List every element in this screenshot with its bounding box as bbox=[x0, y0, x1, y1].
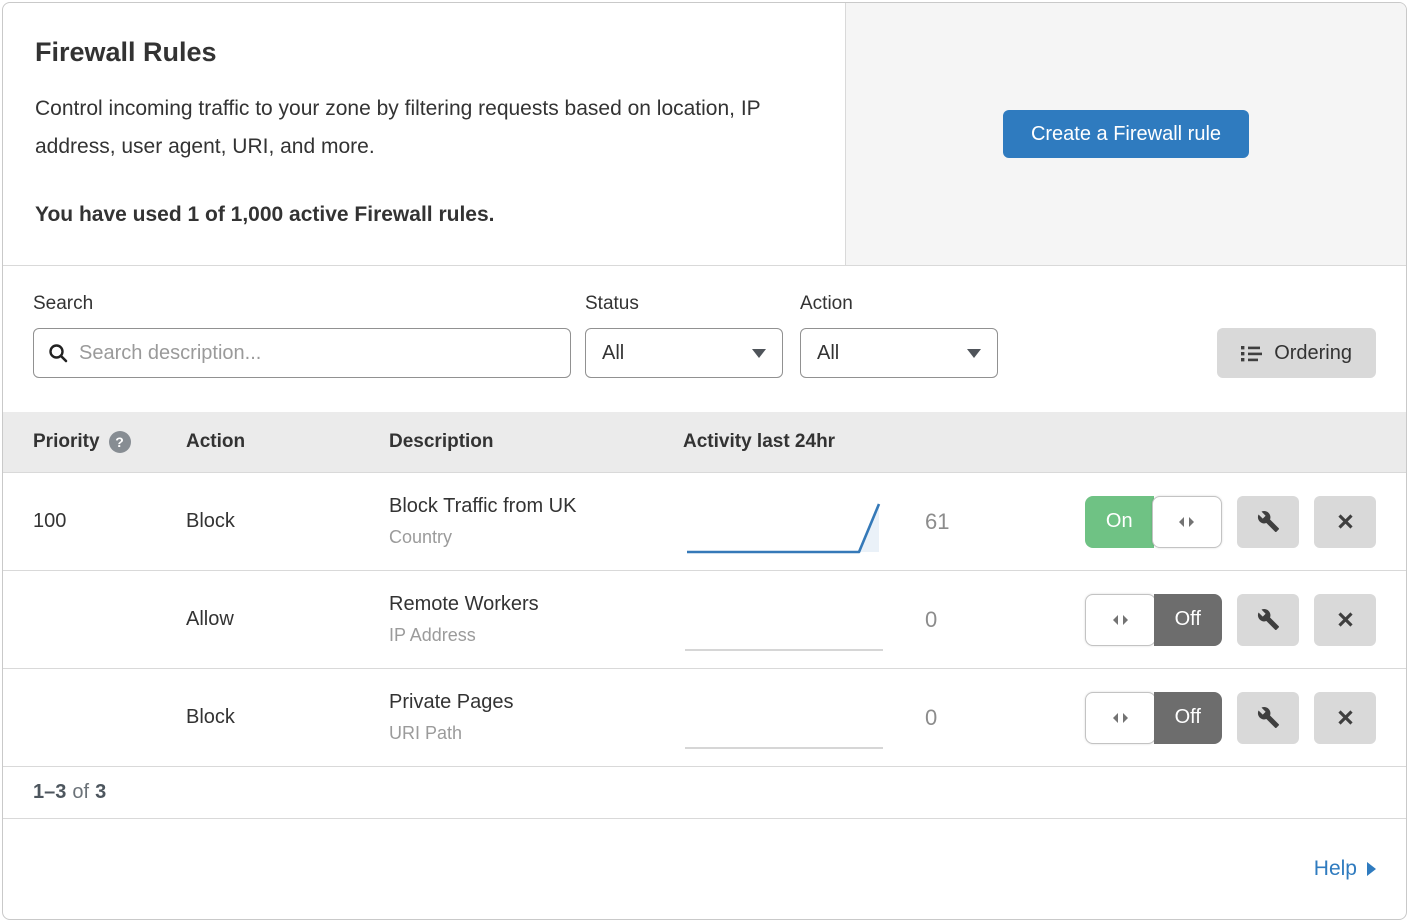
action-label: Action bbox=[800, 293, 998, 315]
x-icon bbox=[1335, 609, 1356, 630]
rule-description: Remote Workers bbox=[389, 593, 683, 616]
firewall-rules-card: Firewall Rules Control incoming traffic … bbox=[2, 2, 1407, 920]
description-cell: Private Pages URI Path bbox=[389, 691, 683, 744]
action-cell: Block bbox=[186, 510, 389, 533]
toggle-state-label: On bbox=[1085, 496, 1154, 548]
search-group: Search bbox=[33, 293, 571, 378]
edit-rule-button[interactable] bbox=[1237, 496, 1299, 548]
status-label: Status bbox=[585, 293, 783, 315]
search-box[interactable] bbox=[33, 328, 571, 378]
drag-arrows-icon bbox=[1178, 516, 1195, 528]
search-label: Search bbox=[33, 293, 571, 315]
action-selected-value: All bbox=[817, 342, 839, 365]
activity-sparkline bbox=[683, 596, 885, 656]
description-cell: Block Traffic from UK Country bbox=[389, 495, 683, 548]
rule-description: Private Pages bbox=[389, 691, 683, 714]
pagination-total: 3 bbox=[95, 781, 106, 804]
activity-count: 0 bbox=[925, 705, 937, 731]
rule-enabled-toggle[interactable]: Off bbox=[1085, 594, 1222, 646]
column-action: Action bbox=[186, 431, 389, 453]
help-bar: Help bbox=[3, 818, 1406, 919]
status-selected-value: All bbox=[602, 342, 624, 365]
pagination-of: of bbox=[72, 781, 89, 804]
chevron-down-icon bbox=[967, 349, 981, 358]
create-firewall-rule-button[interactable]: Create a Firewall rule bbox=[1003, 110, 1249, 158]
wrench-icon bbox=[1257, 706, 1280, 729]
header-text-panel: Firewall Rules Control incoming traffic … bbox=[3, 3, 846, 266]
question-circle-icon[interactable]: ? bbox=[109, 431, 131, 453]
column-priority-label: Priority bbox=[33, 431, 100, 453]
delete-rule-button[interactable] bbox=[1314, 594, 1376, 646]
wrench-icon bbox=[1257, 608, 1280, 631]
usage-summary: You have used 1 of 1,000 active Firewall… bbox=[35, 203, 813, 227]
status-dropdown[interactable]: All bbox=[585, 328, 783, 378]
action-cell: Allow bbox=[186, 608, 389, 631]
activity-sparkline bbox=[683, 694, 885, 754]
action-cell: Block bbox=[186, 706, 389, 729]
activity-count: 0 bbox=[925, 607, 937, 633]
action-dropdown[interactable]: All bbox=[800, 328, 998, 378]
arrow-right-icon bbox=[1367, 862, 1376, 876]
drag-arrows-icon bbox=[1112, 614, 1129, 626]
table-row: Allow Remote Workers IP Address 0 Off bbox=[3, 570, 1406, 668]
header-action-panel: Create a Firewall rule bbox=[846, 3, 1406, 266]
ordering-button-label: Ordering bbox=[1274, 342, 1352, 365]
controls-cell: On bbox=[1083, 496, 1406, 548]
search-input[interactable] bbox=[79, 342, 556, 365]
edit-rule-button[interactable] bbox=[1237, 692, 1299, 744]
table-row: Block Private Pages URI Path 0 Off bbox=[3, 668, 1406, 766]
page-description: Control incoming traffic to your zone by… bbox=[35, 90, 805, 166]
rule-type: IP Address bbox=[389, 625, 683, 646]
activity-count: 61 bbox=[925, 509, 949, 535]
help-link-label: Help bbox=[1314, 857, 1357, 881]
toggle-knob[interactable] bbox=[1085, 594, 1156, 646]
rule-enabled-toggle[interactable]: Off bbox=[1085, 692, 1222, 744]
x-icon bbox=[1335, 511, 1356, 532]
drag-arrows-icon bbox=[1112, 712, 1129, 724]
toggle-knob[interactable] bbox=[1152, 496, 1223, 548]
wrench-icon bbox=[1257, 510, 1280, 533]
activity-sparkline bbox=[683, 498, 885, 558]
rule-type: URI Path bbox=[389, 723, 683, 744]
ordering-button[interactable]: Ordering bbox=[1217, 328, 1376, 378]
activity-cell: 0 bbox=[683, 682, 1083, 754]
column-priority: Priority ? bbox=[3, 431, 186, 453]
help-link[interactable]: Help bbox=[1314, 857, 1376, 881]
list-reorder-icon bbox=[1241, 343, 1262, 363]
controls-cell: Off bbox=[1083, 594, 1406, 646]
x-icon bbox=[1335, 707, 1356, 728]
rule-type: Country bbox=[389, 527, 683, 548]
pagination-range: 1–3 bbox=[33, 781, 66, 804]
delete-rule-button[interactable] bbox=[1314, 692, 1376, 744]
table-row: 100 Block Block Traffic from UK Country … bbox=[3, 472, 1406, 570]
chevron-down-icon bbox=[752, 349, 766, 358]
controls-cell: Off bbox=[1083, 692, 1406, 744]
filters-bar: Search Status All Action All bbox=[3, 266, 1406, 412]
column-description: Description bbox=[389, 431, 683, 453]
edit-rule-button[interactable] bbox=[1237, 594, 1299, 646]
activity-cell: 0 bbox=[683, 584, 1083, 656]
pagination-bar: 1–3 of 3 bbox=[3, 766, 1406, 818]
page-title: Firewall Rules bbox=[35, 37, 813, 68]
table-header: Priority ? Action Description Activity l… bbox=[3, 412, 1406, 472]
toggle-knob[interactable] bbox=[1085, 692, 1156, 744]
description-cell: Remote Workers IP Address bbox=[389, 593, 683, 646]
priority-cell: 100 bbox=[3, 510, 186, 533]
status-group: Status All bbox=[585, 293, 783, 378]
rule-enabled-toggle[interactable]: On bbox=[1085, 496, 1222, 548]
column-activity: Activity last 24hr bbox=[683, 431, 1083, 453]
delete-rule-button[interactable] bbox=[1314, 496, 1376, 548]
header-section: Firewall Rules Control incoming traffic … bbox=[3, 3, 1406, 266]
toggle-state-label: Off bbox=[1154, 692, 1223, 744]
action-group: Action All bbox=[800, 293, 998, 378]
magnifier-icon bbox=[48, 343, 68, 363]
toggle-state-label: Off bbox=[1154, 594, 1223, 646]
rule-description: Block Traffic from UK bbox=[389, 495, 683, 518]
activity-cell: 61 bbox=[683, 486, 1083, 558]
